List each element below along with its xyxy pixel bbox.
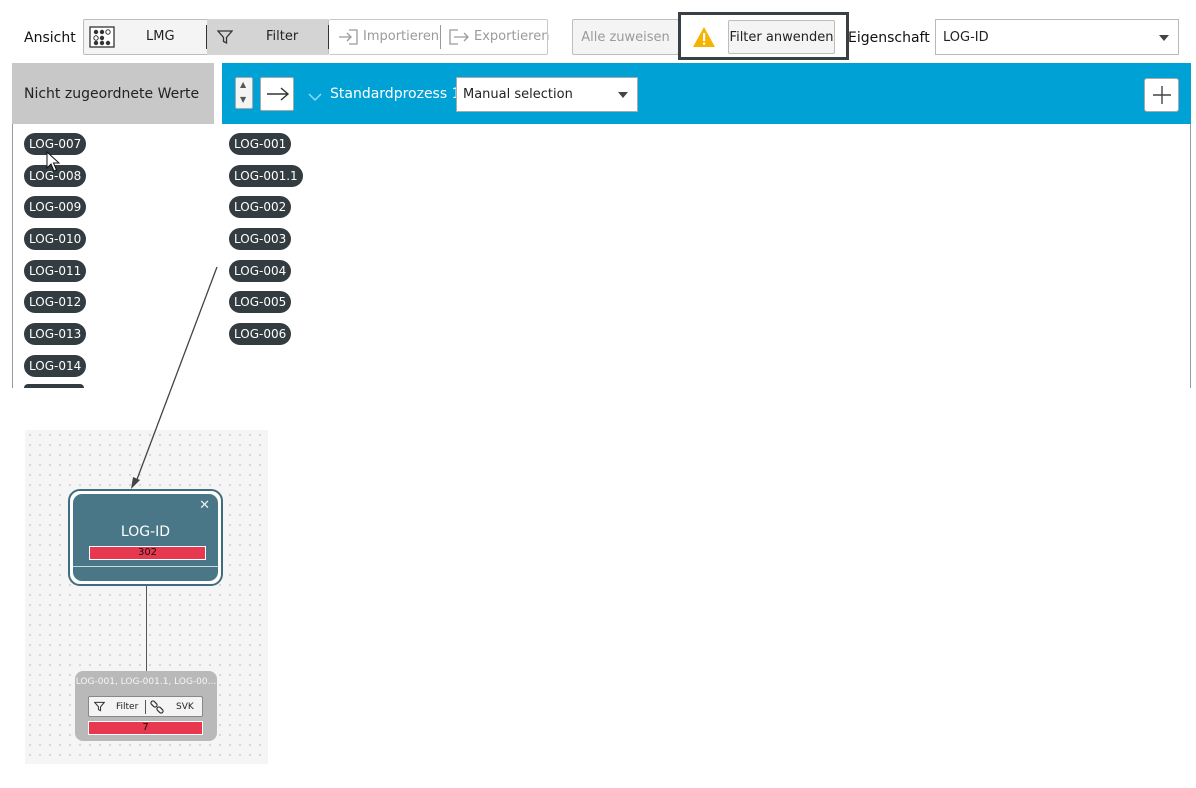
filter-label: Filter [266,29,299,44]
selection-mode-select[interactable]: Manual selection [456,77,638,112]
assign-all-label: Alle zuweisen [581,29,670,45]
filter-node-count-bar: 7 [88,721,203,735]
node-divider [73,566,218,567]
filter-node[interactable]: LOG-001, LOG-001.1, LOG-00... Filter SVK… [75,671,217,741]
link-icon [149,699,165,718]
property-label: Eigenschaft [848,30,930,46]
process-name[interactable]: Standardprozess 1 [330,86,461,102]
node-connector [146,586,147,672]
node-body: ✕ LOG-ID 302 [73,494,218,581]
log-id-node[interactable]: ✕ LOG-ID 302 [68,489,223,586]
chevron-down-icon [618,92,628,98]
apply-filter-button[interactable]: Filter anwenden [728,20,835,54]
add-process-button[interactable] [1144,78,1179,112]
assign-all-button[interactable]: Alle zuweisen [572,19,679,55]
close-icon[interactable]: ✕ [199,498,210,513]
filter-node-svk-button[interactable]: SVK [176,702,194,712]
filter-node-title: LOG-001, LOG-001.1, LOG-00... [75,677,217,687]
chevron-down-icon [1159,35,1169,41]
filter-node-actions: Filter SVK [88,696,203,717]
apply-filter-label: Filter anwenden [729,29,834,45]
callout-arrow [131,266,218,489]
arrow-right-icon [266,86,290,106]
funnel-icon [93,701,106,715]
node-title: LOG-ID [120,524,171,540]
import-export-frame [329,19,548,55]
property-select[interactable]: LOG-ID [935,19,1179,55]
filter-node-filter-button[interactable]: Filter [116,702,138,712]
chevron-down-icon[interactable] [308,87,322,106]
warning-icon [692,26,716,52]
move-right-button[interactable] [260,77,294,111]
selection-mode-value: Manual selection [463,87,573,102]
panel-border-right [1190,124,1191,388]
plus-icon [1152,85,1172,109]
process-header: ▲ ▼ Standardprozess 1 Manual selection [222,63,1191,124]
separator [145,700,146,714]
node-count-bar: 302 [89,546,206,560]
property-value: LOG-ID [943,29,989,45]
